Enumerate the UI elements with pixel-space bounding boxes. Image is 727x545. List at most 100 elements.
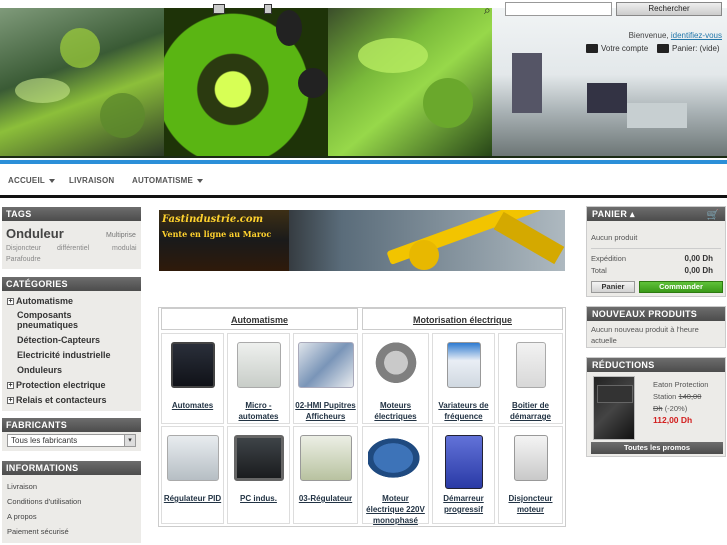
category-onduleurs[interactable]: Onduleurs (17, 365, 62, 375)
cart-title: PANIER ▴ (587, 207, 725, 221)
grid-label[interactable]: 03-Régulateur (294, 493, 357, 504)
search-input[interactable] (505, 2, 612, 16)
reduction-product-name[interactable]: Eaton Protection (653, 380, 708, 389)
grid-cell-moteurs[interactable]: Moteurs électriques (362, 333, 429, 424)
reductions-block: RÉDUCTIONS Eaton Protection Station 140,… (586, 357, 726, 457)
cart-block: PANIER ▴ 🛒 Aucun produit Expédition 0,00… (586, 206, 726, 297)
tag-link[interactable]: différentiel (57, 245, 89, 252)
product-thumbnail (367, 435, 424, 481)
grid-cell-micro-automates[interactable]: Micro - automates (227, 333, 290, 424)
categories-block: CATÉGORIES + Automatisme Composants pneum… (2, 277, 141, 411)
informations-title: INFORMATIONS (2, 461, 141, 475)
robot-joint-shape (409, 240, 439, 270)
grid-cell-boitier[interactable]: Boitier de démarrage (498, 333, 563, 424)
grid-label[interactable]: Moteurs électriques (363, 400, 428, 422)
info-link-apropos[interactable]: A propos (7, 512, 37, 521)
tags-block: TAGS Onduleur Multiprise Disjoncteur dif… (2, 207, 141, 269)
chevron-down-icon: ▾ (124, 435, 135, 446)
phone-icon (264, 4, 272, 14)
grid-label[interactable]: Démarreur progressif (433, 493, 494, 515)
category-grid: Automatisme Motorisation électrique Auto… (158, 307, 566, 527)
search-icon: ⌕ (484, 3, 491, 17)
tag-link[interactable]: Onduleur (6, 226, 64, 241)
old-price-unit: Dh (653, 404, 663, 413)
expand-icon[interactable]: + (7, 397, 14, 405)
category-protection[interactable]: + Protection electrique (7, 380, 106, 390)
nav-livraison[interactable]: LIVRAISON (69, 176, 114, 185)
grid-label[interactable]: Micro - automates (228, 400, 289, 422)
chevron-down-icon (197, 178, 204, 183)
reduction-product-line2[interactable]: Station 140,00 (653, 392, 701, 401)
grid-label[interactable]: Régulateur PID (162, 493, 223, 504)
expand-icon[interactable]: + (7, 382, 14, 390)
category-electricite[interactable]: Electricité industrielle (17, 350, 111, 360)
product-thumbnail (297, 342, 354, 388)
grid-label[interactable]: Variateurs de fréquence (433, 400, 494, 422)
total-value: 0,00 Dh (684, 266, 713, 275)
cart-link[interactable]: Panier: (vide) (657, 44, 720, 54)
grid-label[interactable]: Moteur électrique 220V monophasé (363, 493, 428, 526)
account-link[interactable]: Votre compte (586, 44, 648, 54)
category-automatisme[interactable]: + Automatisme (7, 296, 73, 306)
informations-block: INFORMATIONS Livraison Conditions d'util… (2, 461, 141, 543)
product-thumbnail (515, 342, 546, 388)
grid-label[interactable]: Disjoncteur moteur (499, 493, 562, 515)
login-link[interactable]: identifiez-vous (671, 31, 722, 40)
tag-link[interactable]: Parafoudre (6, 256, 41, 263)
grid-cell-disjoncteur[interactable]: Disjoncteur moteur (498, 426, 563, 524)
search-button[interactable]: Rechercher (616, 2, 722, 16)
product-thumbnail[interactable] (593, 376, 635, 440)
promo-banner[interactable]: Fastindustrie.com Vente en ligne au Maro… (159, 210, 565, 271)
cart-icon: 🛒 (706, 210, 719, 221)
product-thumbnail (236, 342, 281, 388)
all-promos-button[interactable]: Toutes les promos (591, 442, 723, 454)
nav-accueil[interactable]: ACCUEIL (8, 176, 55, 185)
reductions-title: RÉDUCTIONS (587, 358, 725, 372)
expand-icon[interactable]: + (7, 298, 14, 306)
cart-icon (657, 44, 669, 54)
divider (591, 248, 721, 249)
nav-automatisme[interactable]: AUTOMATISME (132, 176, 204, 185)
tags-title: TAGS (2, 207, 141, 221)
grid-label[interactable]: PC indus. (228, 493, 289, 504)
grid-header-automatisme[interactable]: Automatisme (161, 308, 358, 330)
category-detection[interactable]: Détection-Capteurs (17, 335, 100, 345)
grid-cell-automates[interactable]: Automates (161, 333, 224, 424)
cart-button[interactable]: Panier (591, 281, 635, 293)
new-products-text: Aucun nouveau produit à l'heure actuelle (591, 325, 699, 345)
manufacturers-block: FABRICANTS Tous les fabricants ▾ (2, 418, 141, 451)
cart-empty-text: Aucun produit (591, 233, 638, 242)
grid-cell-variateurs[interactable]: Variateurs de fréquence (432, 333, 495, 424)
grid-cell-pc-indus[interactable]: PC indus. (227, 426, 290, 524)
info-link-conditions[interactable]: Conditions d'utilisation (7, 497, 81, 506)
shipping-value: 0,00 Dh (684, 254, 713, 263)
order-button[interactable]: Commander (639, 281, 723, 293)
info-link-paiement[interactable]: Paiement sécurisé (7, 527, 69, 536)
category-pneumatiques[interactable]: Composants pneumatiques (17, 310, 127, 330)
grid-label[interactable]: Automates (162, 400, 223, 411)
product-thumbnail (513, 435, 548, 481)
banner-photo-robots (0, 8, 164, 156)
grid-label[interactable]: 02-HMI Pupitres Afficheurs (294, 400, 357, 422)
tag-link[interactable]: modulai (112, 245, 137, 252)
categories-title: CATÉGORIES (2, 277, 141, 291)
manufacturer-select[interactable]: Tous les fabricants ▾ (7, 434, 136, 447)
info-link-livraison[interactable]: Livraison (7, 482, 37, 491)
grid-cell-hmi[interactable]: 02-HMI Pupitres Afficheurs (293, 333, 358, 424)
grid-label[interactable]: Boitier de démarrage (499, 400, 562, 422)
tag-link[interactable]: Disjoncteur (6, 245, 41, 252)
category-relais[interactable]: + Relais et contacteurs (7, 395, 107, 405)
new-price: 112,00 Dh (653, 415, 693, 425)
grid-cell-regulateur-pid[interactable]: Régulateur PID (161, 426, 224, 524)
grid-header-motorisation[interactable]: Motorisation électrique (362, 308, 563, 330)
tag-link[interactable]: Multiprise (106, 232, 136, 239)
grid-cell-moteur-220v[interactable]: Moteur électrique 220V monophasé (362, 426, 429, 526)
promo-banner-title: Fastindustrie.com (162, 214, 264, 225)
banner-photo-chip (164, 8, 328, 156)
product-thumbnail (233, 435, 284, 481)
grid-cell-demarreur[interactable]: Démarreur progressif (432, 426, 495, 524)
shipping-label: Expédition (591, 254, 627, 263)
total-label: Total (591, 266, 607, 275)
banner-photo-robot-arm (328, 8, 492, 156)
grid-cell-03-regulateur[interactable]: 03-Régulateur (293, 426, 358, 524)
